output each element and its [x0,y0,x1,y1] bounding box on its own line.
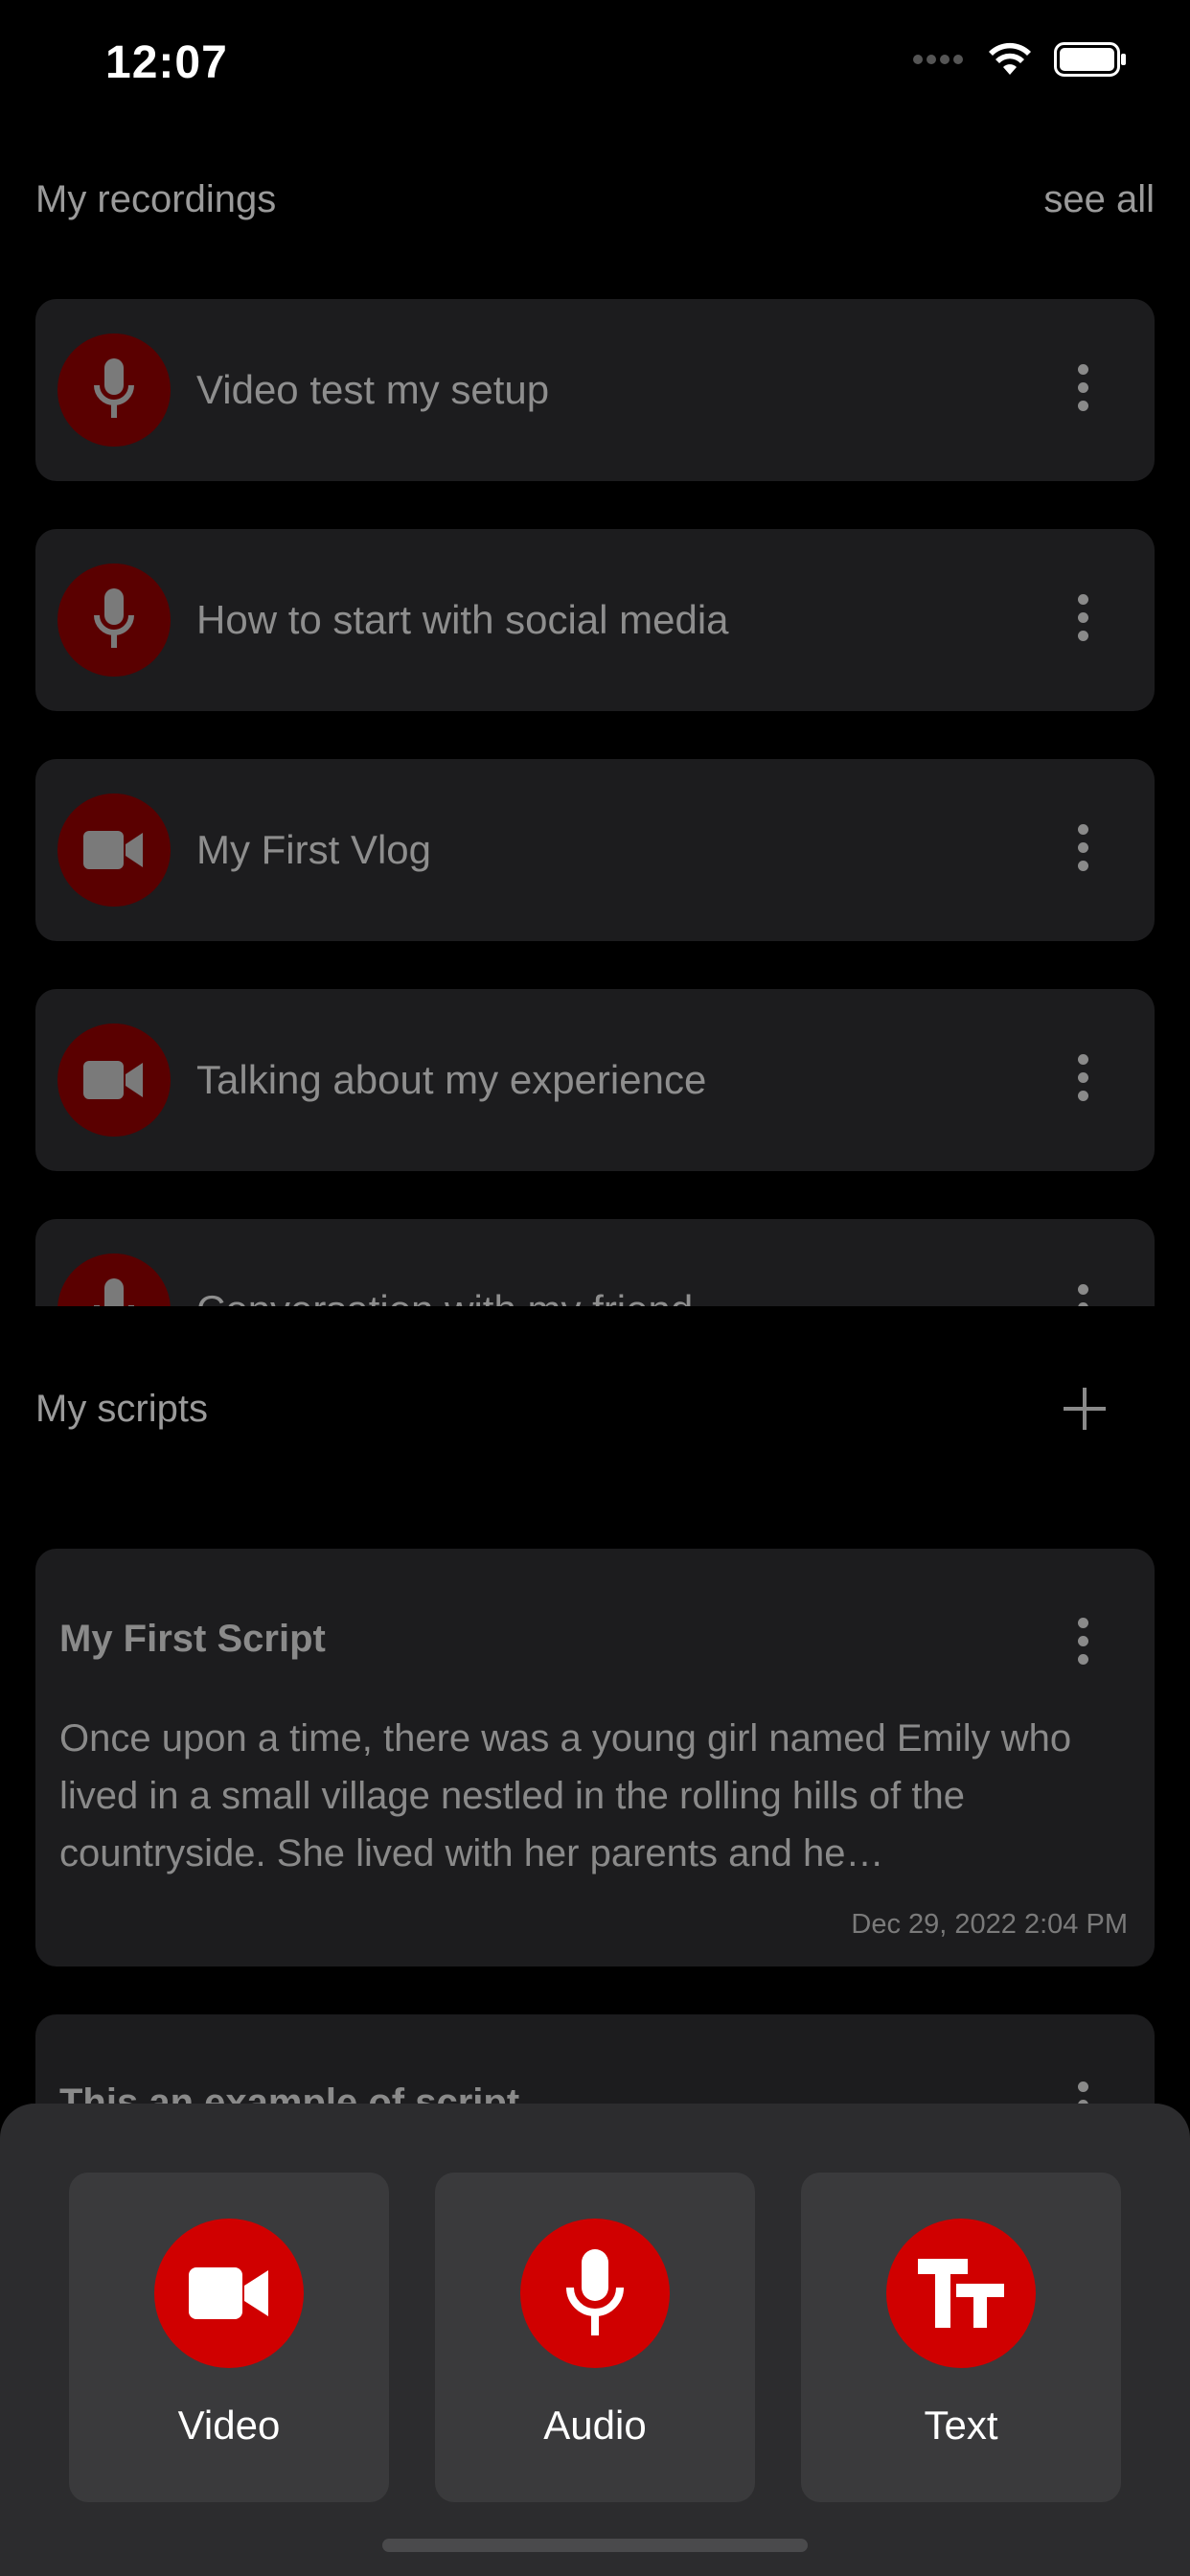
recording-card[interactable]: Talking about my experience [35,989,1155,1171]
wifi-icon [987,42,1033,81]
recording-title: Video test my setup [196,367,550,412]
create-bottom-sheet: Video Audio Text [0,2104,1190,2576]
recordings-section-title: My recordings [35,178,277,220]
scripts-section-title: My scripts [35,1388,208,1430]
home-indicator[interactable] [382,2539,808,2552]
video-camera-icon [83,831,143,869]
recording-type-badge [57,794,171,907]
recording-card[interactable]: My First Vlog [35,759,1155,941]
create-audio-button[interactable]: Audio [435,2173,755,2502]
video-option-badge [154,2219,304,2368]
more-options-icon[interactable] [1064,364,1102,411]
video-camera-icon [189,2267,268,2319]
add-script-button[interactable] [1056,1380,1113,1438]
microphone-icon [94,588,134,648]
microphone-icon [94,358,134,418]
recording-title: My First Vlog [196,827,432,872]
recording-type-badge [57,1254,171,1306]
more-options-icon[interactable] [1064,1054,1102,1101]
more-options-icon[interactable] [1064,1618,1102,1665]
text-option-badge [886,2219,1036,2368]
recording-title: How to start with social media [196,597,729,642]
recording-card[interactable]: Video test my setup [35,299,1155,481]
audio-option-badge [520,2219,670,2368]
recordings-list: Video test my setup How to start with so… [0,288,1190,1306]
plus-icon [1064,1388,1106,1430]
recording-card[interactable]: Conversation with my friend [35,1219,1155,1306]
script-card[interactable]: My First Script Once upon a time, there … [35,1549,1155,1966]
status-bar: 12:07 [0,0,1190,134]
recording-type-badge [57,564,171,677]
status-icons [912,42,1127,81]
recording-card[interactable]: How to start with social media [35,529,1155,711]
create-text-label: Text [924,2403,998,2448]
battery-icon [1054,42,1127,81]
create-video-button[interactable]: Video [69,2173,389,2502]
microphone-icon [566,2249,624,2335]
text-size-icon [918,2259,1004,2328]
script-title: My First Script [59,1618,326,1660]
cellular-signal-icon [912,53,966,71]
recording-type-badge [57,1024,171,1137]
more-options-icon[interactable] [1064,1284,1102,1306]
status-time: 12:07 [105,37,228,88]
more-options-icon[interactable] [1064,594,1102,641]
recording-type-badge [57,334,171,447]
recording-title: Conversation with my friend [196,1219,693,1306]
recording-title: Talking about my experience [196,1057,707,1102]
create-text-button[interactable]: Text [801,2173,1121,2502]
script-date: Dec 29, 2022 2:04 PM [851,1909,1128,1940]
create-audio-label: Audio [543,2403,647,2448]
see-all-link[interactable]: see all [1043,178,1155,221]
microphone-icon [94,1278,134,1306]
create-video-label: Video [177,2403,281,2448]
more-options-icon[interactable] [1064,824,1102,871]
script-preview: Once upon a time, there was a young girl… [59,1717,1072,1874]
video-camera-icon [83,1061,143,1099]
